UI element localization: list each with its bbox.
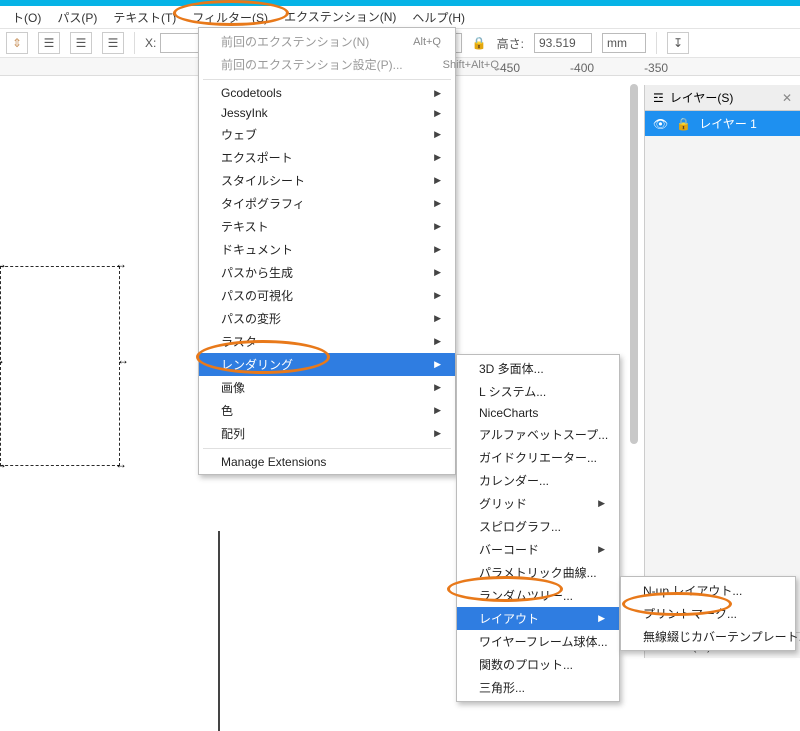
chevron-right-icon: ▶ <box>434 152 441 163</box>
menu-item[interactable]: タイポグラフィ▶ <box>199 192 455 215</box>
menu-item[interactable]: ランダムツリー... <box>457 584 619 607</box>
menu-item[interactable]: パスの可視化▶ <box>199 284 455 307</box>
menu-item[interactable]: グリッド▶ <box>457 492 619 515</box>
chevron-right-icon: ▶ <box>598 498 605 509</box>
menu-item[interactable]: エクスポート▶ <box>199 146 455 169</box>
chevron-right-icon: ▶ <box>434 336 441 347</box>
chevron-right-icon: ▶ <box>434 244 441 255</box>
menu-item[interactable]: ワイヤーフレーム球体... <box>457 630 619 653</box>
menu-item[interactable]: スピログラフ... <box>457 515 619 538</box>
menu-item[interactable]: パス(P) <box>51 7 103 28</box>
chevron-right-icon: ▶ <box>434 382 441 393</box>
resize-handle[interactable] <box>117 357 127 367</box>
layers-panel: ☲ レイヤー(S) ✕ 👁 🔒 レイヤー 1 + − ぼかし (%) <box>644 85 800 658</box>
menu-item[interactable]: テキスト▶ <box>199 215 455 238</box>
layout-submenu: N-up レイアウト...プリントマーク...無線綴じカバーテンプレート... <box>620 576 796 651</box>
menu-item[interactable]: ヘルプ(H) <box>406 7 471 28</box>
chevron-right-icon: ▶ <box>434 267 441 278</box>
menu-item[interactable]: 配列▶ <box>199 422 455 445</box>
chevron-right-icon: ▶ <box>434 405 441 416</box>
panel-tab-layers[interactable]: ☲ レイヤー(S) ✕ <box>645 85 800 111</box>
tool-button[interactable]: ⇕ <box>6 32 28 54</box>
menu-item[interactable]: 画像▶ <box>199 376 455 399</box>
chevron-right-icon: ▶ <box>434 175 441 186</box>
chevron-right-icon: ▶ <box>434 198 441 209</box>
menu-item[interactable]: NiceCharts <box>457 403 619 423</box>
chevron-right-icon: ▶ <box>434 428 441 439</box>
height-label: 高さ: <box>497 35 524 52</box>
menu-item[interactable]: アルファベットスープ... <box>457 423 619 446</box>
tool-button[interactable]: ↧ <box>667 32 689 54</box>
menubar: ト(O) パス(P) テキスト(T) フィルター(S) エクステンション(N) … <box>0 6 800 28</box>
menu-item[interactable]: ガイドクリエーター... <box>457 446 619 469</box>
ruler-tick: -450 <box>496 61 520 75</box>
chevron-right-icon: ▶ <box>434 129 441 140</box>
layers-icon: ☲ <box>653 91 664 105</box>
chevron-right-icon: ▶ <box>434 313 441 324</box>
chevron-right-icon: ▶ <box>434 108 441 119</box>
resize-handle[interactable] <box>0 357 3 367</box>
chevron-right-icon: ▶ <box>434 221 441 232</box>
chevron-right-icon: ▶ <box>434 88 441 99</box>
menu-item[interactable]: 3D 多面体... <box>457 357 619 380</box>
panel-tab-label: レイヤー(S) <box>670 89 734 106</box>
layer-row[interactable]: 👁 🔒 レイヤー 1 <box>645 111 800 136</box>
menu-item[interactable]: 前回のエクステンション設定(P)...Shift+Alt+Q <box>199 53 455 76</box>
lock-icon[interactable]: 🔒 <box>676 117 691 131</box>
menu-item[interactable]: 関数のプロット... <box>457 653 619 676</box>
menu-item[interactable]: JessyInk▶ <box>199 103 455 123</box>
chevron-right-icon: ▶ <box>434 290 441 301</box>
canvas-line <box>218 531 220 731</box>
align-button[interactable]: ☰ <box>102 32 124 54</box>
lock-icon[interactable]: 🔒 <box>472 36 487 50</box>
menu-item[interactable]: Gcodetools▶ <box>199 83 455 103</box>
menu-item[interactable]: スタイルシート▶ <box>199 169 455 192</box>
ruler-tick: -400 <box>570 61 594 75</box>
chevron-right-icon: ▶ <box>598 613 605 624</box>
menu-item[interactable]: パスから生成▶ <box>199 261 455 284</box>
menu-item-extensions[interactable]: エクステンション(N) <box>278 6 402 28</box>
chevron-right-icon: ▶ <box>598 544 605 555</box>
ruler-tick: -350 <box>644 61 668 75</box>
menu-item[interactable]: カレンダー... <box>457 469 619 492</box>
menu-item[interactable]: レイアウト▶ <box>457 607 619 630</box>
menu-item[interactable]: ト(O) <box>6 7 47 28</box>
selected-object[interactable] <box>0 266 120 466</box>
menu-item[interactable]: L システム... <box>457 380 619 403</box>
chevron-right-icon: ▶ <box>434 359 441 370</box>
align-button[interactable]: ☰ <box>38 32 60 54</box>
extensions-menu: 前回のエクステンション(N)Alt+Q前回のエクステンション設定(P)...Sh… <box>198 27 456 475</box>
menu-item[interactable]: パラメトリック曲線... <box>457 561 619 584</box>
rendering-submenu: 3D 多面体...L システム...NiceChartsアルファベットスープ..… <box>456 354 620 702</box>
resize-handle[interactable] <box>0 461 5 471</box>
close-icon[interactable]: ✕ <box>782 91 792 105</box>
resize-handle[interactable] <box>0 261 5 271</box>
menu-item[interactable]: 三角形... <box>457 676 619 699</box>
menu-item[interactable]: 色▶ <box>199 399 455 422</box>
menu-item[interactable]: Manage Extensions <box>199 452 455 472</box>
layer-name: レイヤー 1 <box>699 115 757 132</box>
eye-icon[interactable]: 👁 <box>653 117 668 131</box>
menu-item[interactable]: レンダリング▶ <box>199 353 455 376</box>
menu-item[interactable]: ラスタ▶ <box>199 330 455 353</box>
menu-item[interactable]: フィルター(S) <box>186 7 274 28</box>
height-input[interactable]: 93.519 <box>534 33 592 53</box>
menu-item[interactable]: パスの変形▶ <box>199 307 455 330</box>
scrollbar-vertical[interactable] <box>630 84 638 444</box>
menu-item[interactable]: プリントマーク... <box>621 602 795 625</box>
resize-handle[interactable] <box>115 461 125 471</box>
menu-item[interactable]: ウェブ▶ <box>199 123 455 146</box>
x-label: X: <box>145 36 156 50</box>
menu-item[interactable]: 前回のエクステンション(N)Alt+Q <box>199 30 455 53</box>
menu-item[interactable]: N-up レイアウト... <box>621 579 795 602</box>
unit-select[interactable]: mm <box>602 33 646 53</box>
resize-handle[interactable] <box>115 261 125 271</box>
menu-item[interactable]: 無線綴じカバーテンプレート... <box>621 625 795 648</box>
menu-item[interactable]: ドキュメント▶ <box>199 238 455 261</box>
menu-item[interactable]: テキスト(T) <box>107 7 182 28</box>
align-button[interactable]: ☰ <box>70 32 92 54</box>
menu-item[interactable]: バーコード▶ <box>457 538 619 561</box>
